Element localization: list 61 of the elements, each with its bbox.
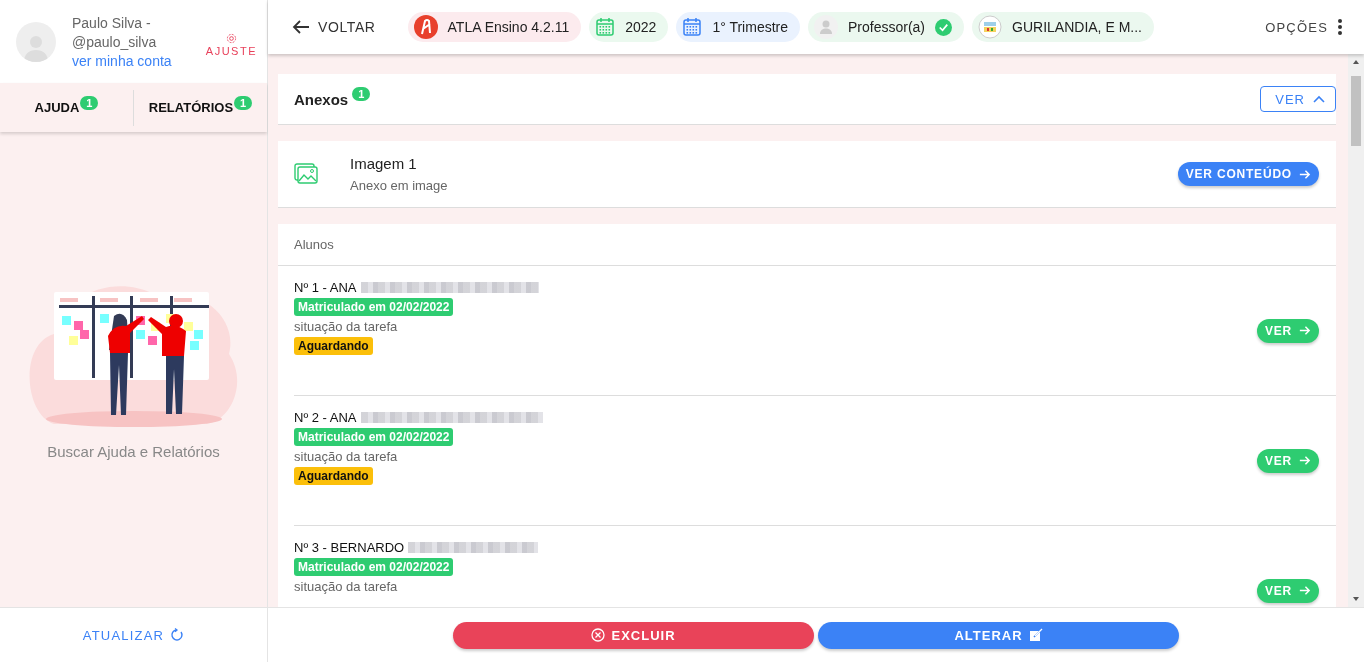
refresh-icon: [170, 628, 185, 642]
scroll-down-icon[interactable]: [1352, 595, 1360, 603]
arrow-left-icon: [292, 19, 310, 35]
settings-button[interactable]: AJUSTE: [205, 32, 257, 57]
context-chip[interactable]: GURILANDIA, E M...: [972, 12, 1154, 42]
task-label: situação da tarefa: [294, 579, 398, 594]
attachment-title: Imagem 1: [350, 155, 418, 172]
count-badge: 1: [234, 95, 253, 110]
avatar: [16, 21, 56, 62]
section-title: Anexos: [294, 90, 349, 108]
view-content-button[interactable]: VER CONTEÚDO: [1177, 162, 1319, 186]
empty-message: Buscar Ajuda e Relatórios: [47, 443, 220, 460]
status-tag: Aguardando: [294, 467, 373, 485]
sidebar-tab[interactable]: RELATÓRIOS 1: [134, 89, 267, 126]
student-name: Nº 2 - ANA: [294, 410, 357, 425]
arrow-right-icon: [1298, 454, 1311, 467]
options-button[interactable]: OPÇÕES: [1259, 17, 1348, 37]
status-tag: Aguardando: [294, 337, 373, 355]
scrollbar-thumb[interactable]: [1351, 76, 1361, 146]
context-chip[interactable]: 2022: [589, 12, 669, 42]
account-link[interactable]: ver minha conta: [72, 52, 190, 69]
arrow-right-icon: [1298, 324, 1311, 337]
close-circle-icon: [591, 628, 606, 642]
enrollment-tag: Matriculado em 02/02/2022: [294, 298, 454, 316]
more-icon: [1338, 18, 1342, 36]
count-badge: 1: [352, 87, 371, 101]
edit-icon: [1028, 628, 1043, 642]
back-button[interactable]: VOLTAR: [286, 18, 382, 36]
gear-icon: [225, 32, 237, 44]
view-button[interactable]: VER: [1256, 578, 1319, 603]
count-badge: 1: [80, 95, 99, 110]
context-chip[interactable]: 1° Trimestre: [676, 12, 800, 42]
refresh-button[interactable]: ATUALIZAR: [76, 626, 191, 644]
scroll-up-icon[interactable]: [1352, 58, 1360, 66]
enrollment-tag: Matriculado em 02/02/2022: [294, 428, 454, 446]
view-button[interactable]: VER: [1256, 318, 1319, 343]
context-chip[interactable]: Professor(a): [808, 12, 965, 42]
calendar-icon: [595, 17, 616, 37]
logo-icon: [413, 15, 438, 39]
student-name: Nº 3 - BERNARDO: [294, 540, 405, 555]
image-icon: [294, 163, 318, 185]
attachment-subtitle: Anexo em image: [350, 178, 449, 193]
task-label: situação da tarefa: [294, 449, 398, 464]
context-chip[interactable]: ATLA Ensino 4.2.11: [407, 12, 582, 42]
toggle-button[interactable]: VER: [1260, 86, 1336, 112]
task-label: situação da tarefa: [294, 319, 398, 334]
delete-button[interactable]: EXCLUIR: [453, 621, 814, 649]
school-logo-icon: [978, 15, 1003, 39]
arrow-right-icon: [1298, 584, 1311, 597]
chevron-icon: [1313, 95, 1325, 103]
user-handle: @paulo_silva: [72, 33, 158, 50]
section-label: Alunos: [294, 237, 334, 252]
view-button[interactable]: VER: [1256, 448, 1319, 473]
calendar-icon: [682, 17, 703, 37]
edit-button[interactable]: ALTERAR: [818, 621, 1179, 649]
sidebar-tab[interactable]: AJUDA 1: [0, 89, 134, 126]
user-name: Paulo Silva -: [72, 14, 152, 31]
scrollbar[interactable]: [1348, 54, 1364, 607]
enrollment-tag: Matriculado em 02/02/2022: [294, 558, 454, 576]
student-name: Nº 1 - ANA: [294, 280, 357, 295]
person-icon: [814, 15, 838, 39]
